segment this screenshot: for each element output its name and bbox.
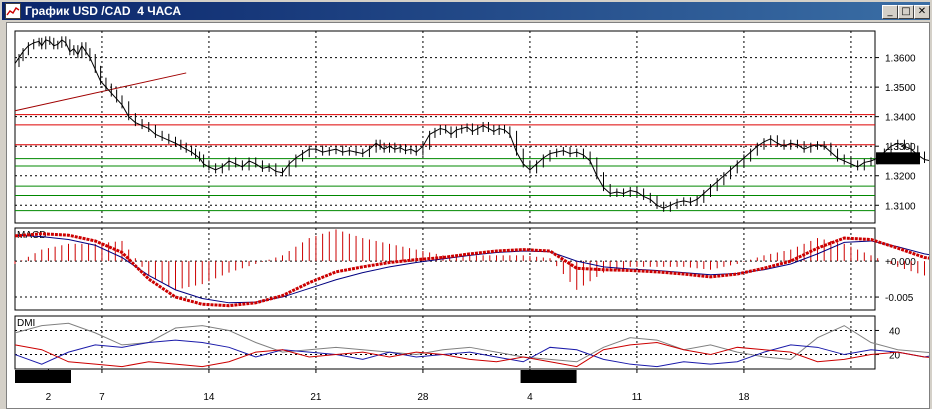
price-axis-label: 1.3100 <box>885 201 916 212</box>
close-button[interactable]: ✕ <box>914 5 930 19</box>
x-axis-label: 11 <box>632 392 643 403</box>
window-title: График USD /CAD 4 ЧАСА <box>25 4 182 18</box>
month-label: Янв 2019 <box>19 372 63 383</box>
chart-canvas[interactable]: 1.36001.35001.34001.33001.32001.31001.32… <box>7 23 929 408</box>
x-axis-label: 21 <box>310 392 322 403</box>
chart-area[interactable]: 1.3600 1.3500 1.3400 1.3300 1.3200 1.3100 1.32… <box>6 22 930 409</box>
macd-axis-label: -0.005 <box>885 293 914 304</box>
x-axis-label: 18 <box>738 392 750 403</box>
chart-window: График USD /CAD 4 ЧАСА _ □ ✕ 1.3600 1.350… <box>0 0 932 409</box>
title-bar[interactable]: График USD /CAD 4 ЧАСА _ □ ✕ <box>2 2 930 20</box>
x-axis-label: 14 <box>203 392 215 403</box>
panel-frame-0 <box>14 30 876 224</box>
price-axis-label: 1.3400 <box>885 113 916 124</box>
panel-frame-1 <box>14 227 876 311</box>
x-axis-label: 4 <box>527 392 533 403</box>
last-price-label: 1.3259 <box>880 154 911 165</box>
month-label: Фев 2019 <box>525 372 569 383</box>
x-axis-label: 2 <box>46 392 52 403</box>
maximize-button[interactable]: □ <box>898 5 914 19</box>
chart-app-icon <box>5 3 21 19</box>
x-axis-label: 7 <box>99 392 105 403</box>
x-axis-label: 28 <box>417 392 429 403</box>
price-axis-label: 1.3200 <box>885 172 916 183</box>
dmi-title: DMI <box>17 318 35 329</box>
dmi-axis-label: 40 <box>889 326 901 337</box>
price-axis-label: 1.3500 <box>885 83 916 94</box>
price-axis-label: 1.3600 <box>885 54 916 65</box>
minimize-button[interactable]: _ <box>882 5 898 19</box>
